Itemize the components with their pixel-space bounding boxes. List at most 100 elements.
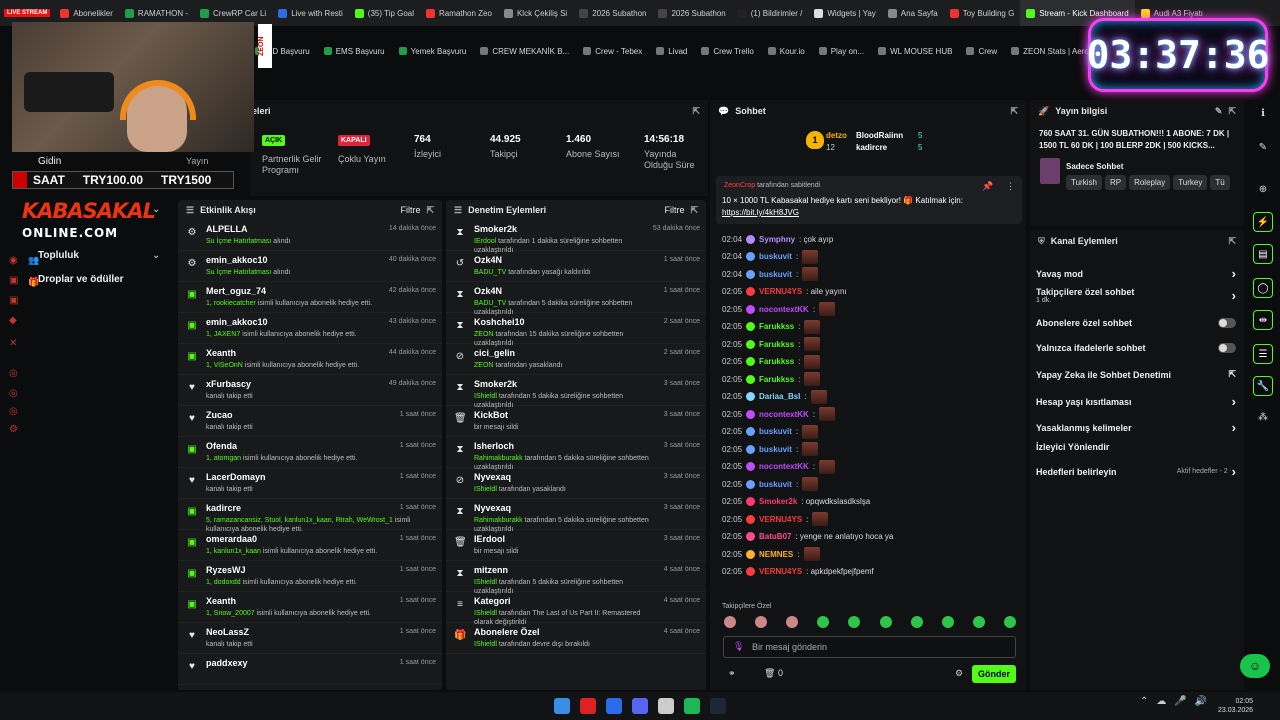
- chat-message[interactable]: 02:05 Smoker2k: opqwdkslasdkslşa: [722, 495, 870, 509]
- mod-actor[interactable]: IShieldl: [474, 610, 497, 617]
- opera-icon[interactable]: [580, 698, 596, 714]
- chat-message[interactable]: 02:05 nocontextKK:: [722, 407, 836, 421]
- obs-icon[interactable]: [658, 698, 674, 714]
- stream-tag[interactable]: Turkish: [1066, 175, 1102, 190]
- chevron-right-icon[interactable]: ›: [1232, 288, 1236, 303]
- browser-tab[interactable]: Live with Resti: [272, 0, 349, 26]
- tray-arrow-icon[interactable]: ⌃: [1140, 696, 1148, 707]
- moderation-item[interactable]: ⧗ mitzenn IShieldl tarafından 5 dakika sür…: [446, 561, 706, 595]
- community-chevron-icon[interactable]: ⌄: [152, 250, 160, 261]
- toggle-switch[interactable]: [1218, 343, 1236, 353]
- x-icon[interactable]: ✕: [9, 338, 21, 350]
- browser-tab[interactable]: 2026 Subathon: [573, 0, 652, 26]
- nav-home[interactable]: Gidin: [38, 156, 61, 167]
- bookmark-item[interactable]: EMS Başvuru: [323, 47, 385, 56]
- activity-item[interactable]: ▣ omerardaa0 1, kanlun1x_kaan isimli kulla…: [178, 530, 442, 561]
- mod-actor[interactable]: ZEON: [474, 362, 493, 369]
- chat-username[interactable]: buskuvit: [759, 427, 792, 436]
- mod-actor[interactable]: IShieldl: [474, 579, 497, 586]
- mod-actor[interactable]: Rahimakburakk: [474, 517, 523, 524]
- browser-tab[interactable]: (1) Bildirimler /: [732, 0, 809, 26]
- points-icon[interactable]: ⚭: [728, 668, 736, 679]
- pinned-link[interactable]: https://bit.ly/4kH8JVG: [722, 208, 799, 217]
- chat-message[interactable]: 02:04 Symphny: çok ayıp: [722, 232, 833, 246]
- stream-tag[interactable]: RP: [1104, 175, 1127, 190]
- chevron-down-icon[interactable]: ⌄: [152, 204, 160, 215]
- emote-picker-icon[interactable]: [786, 616, 799, 628]
- chevron-right-icon[interactable]: ›: [1232, 394, 1236, 409]
- chat-username[interactable]: NEMNES: [759, 550, 793, 559]
- chat-username[interactable]: nocontextKK: [759, 462, 809, 471]
- moderation-item[interactable]: ⧗ Ozk4N BADU_TV tarafından 5 dakika süreli…: [446, 282, 706, 316]
- chevron-right-icon[interactable]: ›: [1232, 464, 1236, 479]
- channel-action-row[interactable]: İzleyici Yönlendir: [1036, 442, 1236, 452]
- bookmark-item[interactable]: Yemek Başvuru: [398, 47, 466, 56]
- activity-item[interactable]: ♥ paddxexy 1 saat önce: [178, 654, 442, 685]
- activity-item[interactable]: ♥ Zucao kanalı takip etti 1 saat önce: [178, 406, 442, 437]
- volume-icon[interactable]: 🔊: [1195, 696, 1207, 707]
- channel-action-row[interactable]: Hesap yaşı kısıtlaması ›: [1036, 394, 1236, 409]
- chat-message[interactable]: 02:05 Farukkss:: [722, 319, 821, 334]
- mod-actor[interactable]: ZEON: [474, 331, 493, 338]
- mod-actor[interactable]: IShieldl: [474, 641, 497, 648]
- info-icon[interactable]: ℹ: [1253, 104, 1273, 124]
- activity-item[interactable]: ⚙ ALPELLA Su İçme Hatırlatması alındı 14 da…: [178, 220, 442, 251]
- chat-message[interactable]: 02:05 Dariaa_Bsl:: [722, 389, 827, 404]
- emote-picker-icon[interactable]: [848, 616, 861, 628]
- chat-message[interactable]: 02:05 VERNU4YS: aile yayını: [722, 285, 847, 299]
- mod-actor[interactable]: BADU_TV: [474, 269, 506, 276]
- support-chat-icon[interactable]: ☺: [1240, 654, 1270, 678]
- emote-picker-icon[interactable]: [817, 616, 830, 628]
- emote-picker-icon[interactable]: [879, 616, 892, 628]
- moderation-item[interactable]: 🗑 KickBot bir mesajı sildi 3 saat önce: [446, 406, 706, 437]
- bookmark-item[interactable]: Livad: [656, 47, 687, 56]
- top3-name[interactable]: kadircre: [856, 143, 887, 152]
- channel-action-row[interactable]: Hedefleri belirleyin Aktif hedefler - 2 ›: [1036, 464, 1236, 479]
- pinned-by[interactable]: ZeonCrop: [724, 182, 755, 189]
- bookmark-item[interactable]: WL MOUSE HUB: [878, 47, 952, 56]
- moderation-item[interactable]: ⧗ Smoker2k IErdool tarafından 1 dakika sür…: [446, 220, 706, 254]
- browser-tab[interactable]: Ramathon Zeo: [420, 0, 498, 26]
- popout-icon[interactable]: ⇱: [1228, 106, 1236, 117]
- channel-action-row[interactable]: Yasaklanmış kelimeler ›: [1036, 420, 1236, 435]
- popout-icon[interactable]: ⇱: [1228, 236, 1236, 247]
- target-icon[interactable]: ⊕: [1253, 180, 1273, 200]
- bookmark-item[interactable]: Kour.io: [767, 47, 805, 56]
- activity-item[interactable]: ▣ emin_akkoc10 1, JAXEN7 isimli kullanıcıy…: [178, 313, 442, 344]
- stream-tag[interactable]: Roleplay: [1129, 175, 1171, 190]
- activity-item[interactable]: ▣ Ofenda 1, atomgan isimli kullanıcıya abo…: [178, 437, 442, 468]
- channel-action-row[interactable]: Abonelere özel sohbet: [1036, 318, 1236, 328]
- more-icon[interactable]: ⋮: [1006, 181, 1015, 192]
- chat-message[interactable]: 02:05 Farukkss:: [722, 354, 821, 369]
- discord-icon[interactable]: [632, 698, 648, 714]
- emote-picker-icon[interactable]: [972, 616, 985, 628]
- split-icon[interactable]: ⇹: [1253, 310, 1273, 330]
- chat-username[interactable]: Farukkss: [759, 375, 794, 384]
- chevron-right-icon[interactable]: ›: [1232, 266, 1236, 281]
- chat-username[interactable]: buskuvit: [759, 445, 792, 454]
- rail-icon-7[interactable]: ◎: [9, 388, 21, 400]
- channel-action-row[interactable]: Takipçilere özel sohbet 1 dk. ›: [1036, 287, 1236, 304]
- chat-message[interactable]: 02:05 VERNU4YS:: [722, 512, 829, 526]
- windows-start-icon[interactable]: [554, 698, 570, 714]
- chat-username[interactable]: VERNU4YS: [759, 287, 802, 296]
- activity-filter-button[interactable]: Filtre: [400, 205, 420, 215]
- chat-username[interactable]: nocontextKK: [759, 410, 809, 419]
- top2-name[interactable]: BloodRaiinn: [856, 131, 903, 140]
- moderation-filter-button[interactable]: Filtre: [664, 205, 684, 215]
- activity-item[interactable]: ▣ kadircre 5, ramazancansiz, Stuol, kanlun…: [178, 499, 442, 533]
- external-link-icon[interactable]: ⇱: [1228, 369, 1236, 380]
- top1-name[interactable]: detzo: [826, 131, 847, 140]
- moderation-item[interactable]: ⧗ Koshchei10 ZEON tarafından 15 dakika sür…: [446, 313, 706, 347]
- channel-action-row[interactable]: Yalnızca ifadelerle sohbet: [1036, 343, 1236, 353]
- rail-icon-4[interactable]: ◆: [9, 315, 21, 327]
- browser-tab[interactable]: (35) Tip Goal: [349, 0, 420, 26]
- chat-message[interactable]: 02:05 buskuvit:: [722, 477, 819, 491]
- bookmark-item[interactable]: CREW MEKANİK B...: [480, 47, 569, 56]
- rail-icon-6[interactable]: ◎: [9, 368, 21, 380]
- settings-icon[interactable]: ⚙: [9, 424, 21, 436]
- layers-icon[interactable]: ☰: [1253, 344, 1273, 364]
- home-icon[interactable]: ◉: [9, 255, 21, 267]
- chat-bubble-icon[interactable]: ◯: [1253, 278, 1273, 298]
- popout-icon[interactable]: ⇱: [690, 205, 698, 216]
